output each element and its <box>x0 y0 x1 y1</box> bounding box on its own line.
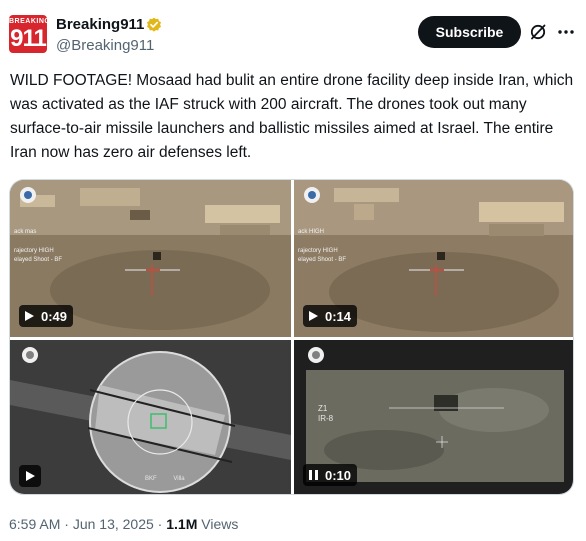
overlay-line: ack HIGH <box>298 229 325 235</box>
duration-badge <box>19 465 41 487</box>
avatar-big-text: 911 <box>10 25 47 52</box>
play-icon <box>25 471 35 481</box>
pause-icon <box>309 470 318 480</box>
overlay-line: BKF <box>145 476 157 482</box>
duration-label: 0:14 <box>325 308 352 324</box>
avatar[interactable]: BREAKING 911 <box>9 15 47 53</box>
subscribe-button[interactable]: Subscribe <box>418 16 521 48</box>
grok-icon[interactable] <box>529 23 547 41</box>
duration-label: 0:10 <box>325 467 352 483</box>
timestamp-date[interactable]: Jun 13, 2025 <box>73 516 154 532</box>
separator: · <box>60 516 73 532</box>
video-overlay-text-4: Z1 IR-8 <box>318 404 333 424</box>
video-overlay-text-1: ack mas rajectory HIGH elayed Shoot - BF <box>14 228 62 265</box>
video-thumbnail-1[interactable]: ack mas rajectory HIGH elayed Shoot - BF… <box>10 180 291 337</box>
video-thumbnail-3[interactable]: BKF Villa <box>10 340 291 494</box>
duration-label: 0:49 <box>41 308 68 324</box>
tweet-footer: 6:59 AM · Jun 13, 2025 · 1.1M Views <box>9 516 238 532</box>
verified-badge-icon <box>147 17 161 32</box>
account-name[interactable]: Breaking911 <box>56 16 144 33</box>
play-icon <box>25 311 34 321</box>
avatar-small-text: BREAKING <box>9 18 47 25</box>
views-count: 1.1M <box>166 516 198 532</box>
overlay-line: rajectory HIGH <box>298 248 338 254</box>
duration-badge: 0:49 <box>19 305 74 327</box>
tweet-text: WILD FOOTAGE! Mosaad had bulit an entire… <box>10 72 574 161</box>
more-icon[interactable] <box>556 22 576 42</box>
video-thumbnail-4[interactable]: Z1 IR-8 0:10 <box>294 340 573 494</box>
overlay-line: elayed Shoot - BF <box>298 257 347 263</box>
video-thumbnail-2[interactable]: ack HIGH rajectory HIGH elayed Shoot - B… <box>294 180 573 337</box>
overlay-line: Villa <box>173 476 185 482</box>
account-handle[interactable]: @Breaking911 <box>56 37 154 54</box>
overlay-line: Z1 <box>318 404 328 413</box>
drone-footage-image <box>10 340 291 494</box>
overlay-line: IR-8 <box>318 414 334 423</box>
overlay-line: rajectory HIGH <box>14 248 54 254</box>
media-grid: ack mas rajectory HIGH elayed Shoot - BF… <box>9 179 574 495</box>
play-icon <box>309 311 318 321</box>
tweet-card: BREAKING 911 Breaking911 @Breaking911 Su… <box>0 0 586 541</box>
timestamp-time[interactable]: 6:59 AM <box>9 516 60 532</box>
video-overlay-text-2: ack HIGH rajectory HIGH elayed Shoot - B… <box>298 228 346 265</box>
duration-badge: 0:10 <box>303 464 358 486</box>
separator: · <box>153 516 167 532</box>
overlay-line: elayed Shoot - BF <box>14 257 63 263</box>
video-overlay-text-3: BKF Villa <box>145 476 185 482</box>
views-label: Views <box>201 516 239 532</box>
overlay-line: ack mas <box>14 229 37 235</box>
duration-badge: 0:14 <box>303 305 358 327</box>
